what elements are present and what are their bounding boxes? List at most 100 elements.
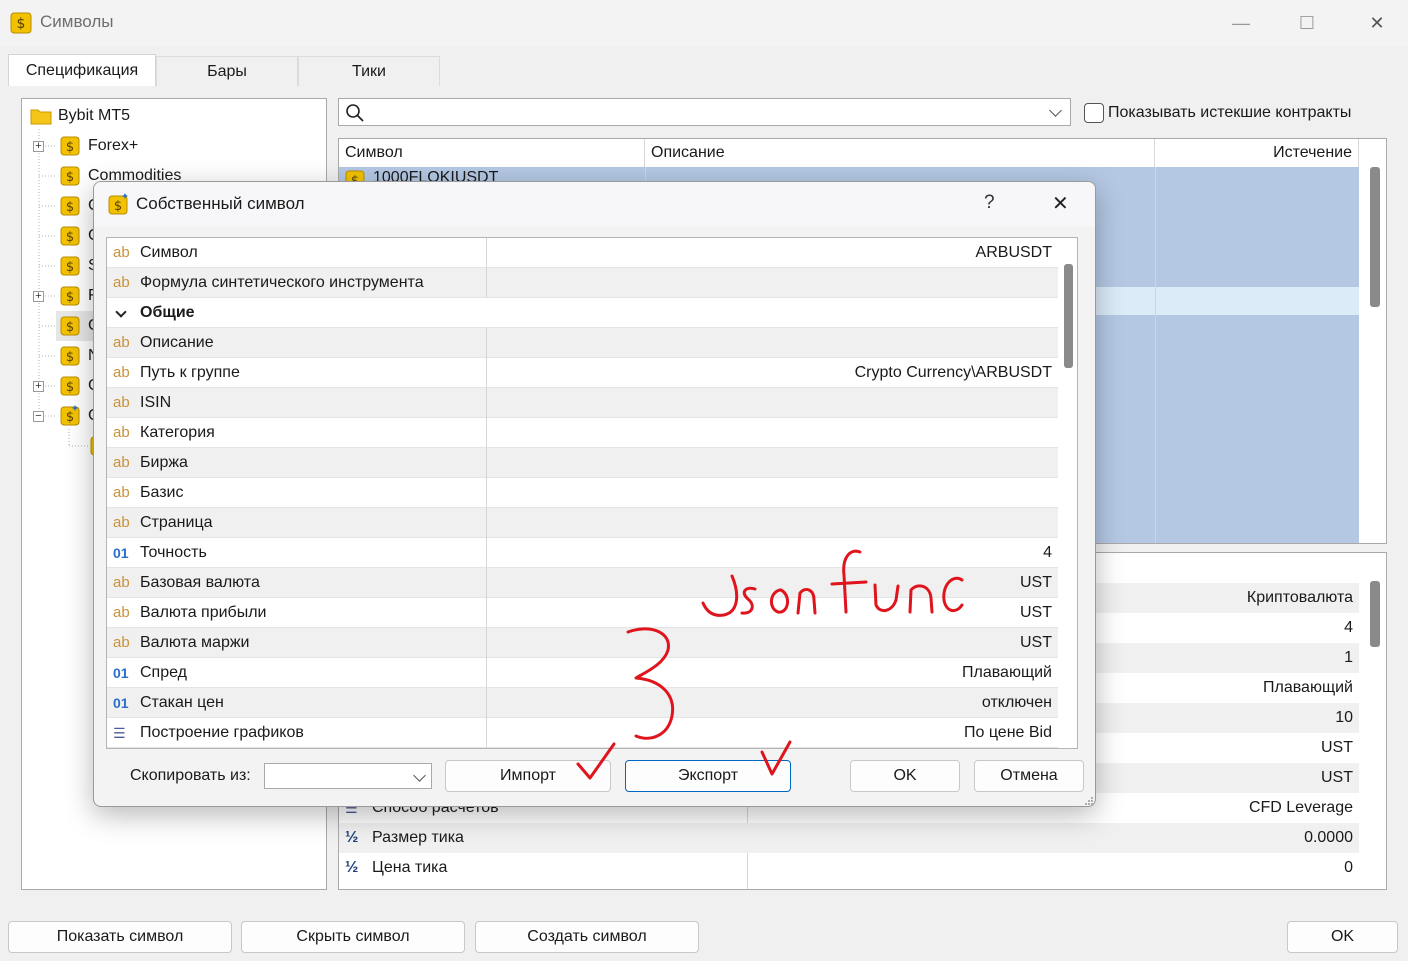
- column-divider: [486, 358, 487, 388]
- column-divider: [486, 478, 487, 508]
- property-row[interactable]: ab Базовая валюта UST: [107, 568, 1058, 598]
- column-divider: [486, 628, 487, 658]
- dialog-close-button[interactable]: ✕: [1052, 191, 1069, 216]
- property-row[interactable]: 01 Стакан цен отключен: [107, 688, 1058, 718]
- create-symbol-button[interactable]: Создать символ: [475, 921, 699, 953]
- text-type-icon: ab: [113, 454, 130, 471]
- column-header-symbol[interactable]: Символ: [339, 139, 645, 167]
- property-name: Базовая валюта: [140, 574, 260, 591]
- property-row[interactable]: ☰ Построение графиков По цене Bid: [107, 718, 1058, 748]
- property-name: Спред: [140, 664, 187, 681]
- column-divider: [486, 328, 487, 358]
- table-row[interactable]: ½ Цена тика 0: [339, 853, 1359, 883]
- expand-icon[interactable]: +: [33, 291, 44, 302]
- property-row[interactable]: ab Категория: [107, 418, 1058, 448]
- scrollbar-thumb[interactable]: [1370, 167, 1380, 307]
- symbol-coin-icon: $: [60, 226, 80, 246]
- property-row[interactable]: ab Символ ARBUSDT: [107, 238, 1058, 268]
- property-row[interactable]: 01 Точность 4: [107, 538, 1058, 568]
- export-button[interactable]: Экспорт: [625, 760, 791, 792]
- table-row[interactable]: ½ Размер тика 0.0000: [339, 823, 1359, 853]
- group-header[interactable]: Общие: [107, 298, 1058, 328]
- text-type-icon: ab: [113, 634, 130, 651]
- property-row[interactable]: ab Путь к группе Crypto Currency\ARBUSDT: [107, 358, 1058, 388]
- expand-icon[interactable]: +: [33, 141, 44, 152]
- svg-text:$: $: [114, 199, 122, 214]
- search-box[interactable]: [338, 98, 1071, 126]
- property-row[interactable]: ab Валюта прибыли UST: [107, 598, 1058, 628]
- property-value: Плавающий: [962, 664, 1052, 681]
- numeric-type-icon: 01: [113, 545, 129, 561]
- show-expired-checkbox[interactable]: [1084, 103, 1104, 123]
- property-name: Биржа: [140, 454, 188, 471]
- property-name: Стакан цен: [140, 694, 224, 711]
- detail-value: 4: [1344, 619, 1353, 636]
- property-row[interactable]: ab Валюта маржи UST: [107, 628, 1058, 658]
- numeric-type-icon: 01: [113, 665, 129, 681]
- tab-specification[interactable]: Спецификация: [8, 54, 156, 86]
- collapse-icon[interactable]: −: [33, 411, 44, 422]
- hide-symbol-button[interactable]: Скрыть символ: [241, 921, 465, 953]
- import-button[interactable]: Импорт: [445, 760, 611, 792]
- detail-value: 1: [1344, 649, 1353, 666]
- property-row[interactable]: ab Формула синтетического инструмента: [107, 268, 1058, 298]
- property-row[interactable]: 01 Спред Плавающий: [107, 658, 1058, 688]
- detail-value: 10: [1335, 709, 1353, 726]
- property-row[interactable]: ab Описание: [107, 328, 1058, 358]
- svg-text:$: $: [66, 140, 74, 155]
- resize-grip-icon[interactable]: [1082, 794, 1094, 806]
- tree-item-forex[interactable]: Forex+: [88, 131, 138, 161]
- scrollbar-thumb[interactable]: [1064, 264, 1073, 368]
- search-input[interactable]: [371, 101, 1031, 123]
- close-button[interactable]: ✕: [1354, 8, 1400, 38]
- chevron-down-icon[interactable]: [115, 306, 127, 318]
- show-symbol-button[interactable]: Показать символ: [8, 921, 232, 953]
- column-divider: [486, 418, 487, 448]
- svg-text:$: $: [66, 380, 74, 395]
- symbol-coin-icon: $: [60, 256, 80, 276]
- property-name: Точность: [140, 544, 207, 561]
- folder-icon: [30, 109, 52, 125]
- property-name: Символ: [140, 244, 198, 261]
- svg-text:$: $: [66, 290, 74, 305]
- expand-icon[interactable]: +: [33, 381, 44, 392]
- column-divider: [486, 538, 487, 568]
- chevron-down-icon[interactable]: [413, 769, 426, 782]
- text-type-icon: ab: [113, 244, 130, 261]
- property-name: Формула синтетического инструмента: [140, 274, 424, 291]
- window-title: Символы: [40, 12, 114, 31]
- property-value: отключен: [981, 694, 1052, 711]
- property-row[interactable]: ab ISIN: [107, 388, 1058, 418]
- column-header-expiration[interactable]: Истечение: [1155, 139, 1359, 167]
- chevron-down-icon[interactable]: [1049, 104, 1062, 117]
- column-header-description[interactable]: Описание: [645, 139, 1155, 167]
- tab-ticks[interactable]: Тики: [298, 56, 440, 86]
- property-row[interactable]: ab Биржа: [107, 448, 1058, 478]
- dialog-cancel-button[interactable]: Отмена: [974, 760, 1084, 792]
- properties-grid[interactable]: ab Символ ARBUSDT ab Формула синтетического…: [106, 237, 1078, 749]
- property-row[interactable]: ab Страница: [107, 508, 1058, 538]
- svg-text:$: $: [66, 260, 74, 275]
- minimize-button[interactable]: —: [1218, 8, 1264, 38]
- ok-button[interactable]: OK: [1287, 921, 1398, 953]
- property-row[interactable]: ab Базис: [107, 478, 1058, 508]
- symbol-coin-icon: $: [60, 136, 80, 156]
- column-divider: [486, 508, 487, 538]
- property-name: Описание: [140, 334, 214, 351]
- copy-from-select[interactable]: [264, 763, 432, 789]
- column-divider: [486, 238, 487, 268]
- tab-bars[interactable]: Бары: [156, 56, 298, 86]
- text-type-icon: ab: [113, 274, 130, 291]
- detail-value: 0: [1344, 859, 1353, 876]
- dialog-ok-button[interactable]: OK: [850, 760, 960, 792]
- help-button[interactable]: ?: [984, 192, 995, 214]
- column-divider: [486, 598, 487, 628]
- scrollbar-thumb[interactable]: [1370, 581, 1380, 647]
- column-divider: [486, 718, 487, 748]
- svg-text:$: $: [66, 200, 74, 215]
- property-value: Crypto Currency\ARBUSDT: [854, 364, 1052, 381]
- svg-text:$: $: [66, 320, 74, 335]
- maximize-button[interactable]: ☐: [1284, 8, 1330, 38]
- column-divider: [486, 688, 487, 718]
- fraction-icon: ½: [345, 829, 359, 846]
